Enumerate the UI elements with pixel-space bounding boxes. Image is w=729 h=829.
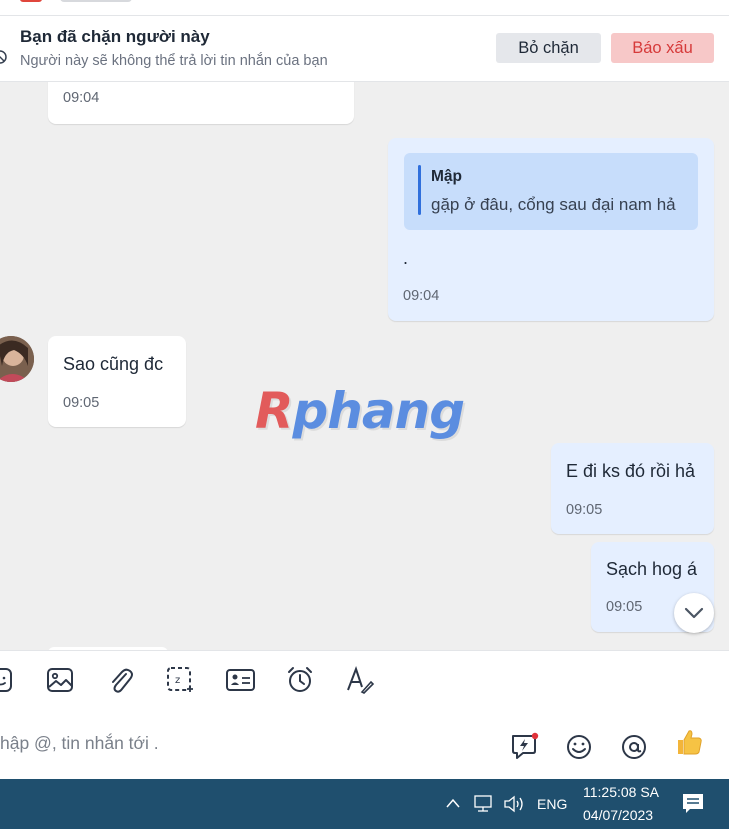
message-time: 09:05 (606, 599, 643, 615)
composer-toolbar: z (0, 650, 729, 710)
notification-center-icon[interactable] (682, 793, 704, 815)
message-input[interactable] (0, 727, 480, 759)
text-format-icon[interactable] (345, 665, 375, 695)
block-icon (0, 50, 7, 64)
message-bubble-incoming[interactable]: 09:04 (48, 82, 354, 124)
quote-bar (418, 165, 421, 215)
volume-icon[interactable] (503, 794, 527, 814)
message-composer (0, 709, 729, 779)
message-text: . (403, 248, 409, 268)
clock-date[interactable]: 04/07/2023 (583, 807, 653, 823)
quote-author: Mập (431, 168, 462, 185)
message-text: Sao cũng đc (63, 354, 164, 374)
message-bubble-outgoing[interactable]: Mập gặp ở đâu, cổng sau đại nam hả . 09:… (388, 138, 714, 321)
svg-text:z: z (175, 675, 180, 686)
quoted-message[interactable]: Mập gặp ở đâu, cổng sau đại nam hả (404, 153, 698, 230)
mention-icon[interactable] (619, 731, 649, 761)
message-time: 09:04 (403, 288, 440, 304)
chevron-down-icon (684, 607, 704, 619)
contact-avatar[interactable] (0, 336, 34, 382)
message-time: 09:05 (566, 502, 603, 518)
blocked-title: Bạn đã chặn người này (20, 27, 210, 46)
clock-time[interactable]: 11:25:08 SA (583, 784, 659, 800)
sticker-icon[interactable] (0, 665, 18, 695)
network-icon[interactable] (473, 795, 495, 813)
scroll-to-bottom-button[interactable] (674, 593, 714, 633)
unblock-button[interactable]: Bỏ chặn (496, 33, 601, 63)
message-time: 09:04 (63, 90, 100, 106)
message-text: Sạch hog á (606, 559, 698, 579)
reminder-clock-icon[interactable] (285, 665, 315, 695)
blocked-subtitle: Người này sẽ không thể trả lời tin nhắn … (20, 53, 328, 69)
screenshot-icon[interactable]: z (165, 665, 195, 695)
message-bubble-incoming[interactable]: Sao cũng đc 09:05 (48, 336, 186, 427)
header-badge (20, 0, 42, 2)
message-time: 09:05 (63, 395, 100, 411)
quote-text: gặp ở đâu, cổng sau đại nam hả (431, 195, 676, 214)
message-text: E đi ks đó rồi hả (566, 461, 696, 481)
message-bubble-outgoing[interactable]: E đi ks đó rồi hả 09:05 (551, 443, 714, 534)
message-list[interactable]: 09:04 Mập gặp ở đâu, cổng sau đại nam hả… (0, 82, 729, 650)
header-tag (60, 0, 132, 2)
windows-taskbar: ENG 11:25:08 SA 04/07/2023 (0, 779, 729, 829)
input-language[interactable]: ENG (537, 796, 567, 812)
blocked-banner: Bạn đã chặn người này Người này sẽ không… (0, 16, 729, 82)
watermark-logo: Rphang (255, 382, 465, 440)
quick-message-icon[interactable] (509, 731, 539, 761)
emoji-icon[interactable] (564, 731, 594, 761)
chevron-up-icon[interactable] (445, 797, 461, 809)
conversation-header-strip (0, 0, 729, 16)
contact-card-icon[interactable] (225, 665, 255, 695)
thumbs-up-icon[interactable] (674, 727, 704, 757)
avatar-photo (0, 336, 34, 382)
image-icon[interactable] (45, 665, 75, 695)
report-button[interactable]: Báo xấu (611, 33, 714, 63)
attachment-icon[interactable] (105, 665, 135, 695)
